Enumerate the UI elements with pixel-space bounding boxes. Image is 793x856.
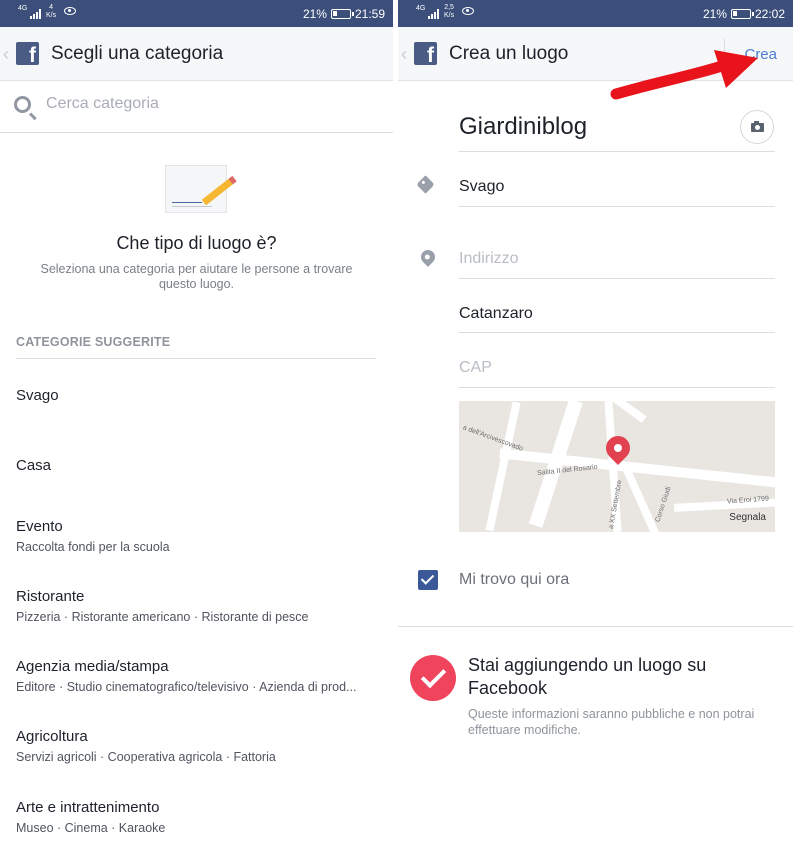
page-title: Scegli una categoria [51,43,224,64]
checkin-checkbox[interactable] [418,570,438,590]
tag-icon [416,175,435,194]
place-name-field[interactable]: Giardiniblog [459,113,587,141]
signal-icon [428,9,439,19]
create-place-screen: 4G 2,5 K/s 21% 22:02 ‹ f Crea un luogo Cr… [398,0,793,856]
network-speed: 4 K/s [46,4,57,19]
pencil-icon [201,177,235,206]
category-item-ristorante[interactable]: Ristorante Pizzeria · Ristorante america… [16,588,381,624]
notice-subtitle: Queste informazioni saranno pubbliche e … [468,707,755,737]
category-item-casa[interactable]: Casa [16,457,381,474]
eye-icon [462,7,474,15]
field-underline [459,387,775,388]
category-subcategories: Editore · Studio cinematografico/televis… [16,680,357,694]
red-arrow-icon [610,50,758,100]
status-bar: 4G 2,5 K/s 21% 22:02 [398,0,793,27]
map-street-label: Salita II del Rosario [536,463,598,478]
category-name: Svago [16,387,59,404]
choose-category-screen: 4G 4 K/s 21% 21:59 ‹ f Scegli una categor… [0,0,393,856]
add-photo-button[interactable] [740,110,774,144]
category-item-svago[interactable]: Svago [16,387,381,404]
notepad-pencil-illustration [165,165,235,213]
category-item-evento[interactable]: Evento Raccolta fondi per la scuola [16,518,381,554]
notice-title: Stai aggiungendo un luogo su Facebook [468,655,707,698]
postal-code-field[interactable]: CAP [459,359,492,377]
battery-icon [730,9,754,19]
category-field[interactable]: Svago [459,178,504,196]
facebook-logo-icon[interactable]: f [414,42,437,65]
address-field[interactable]: Indirizzo [459,250,519,268]
hero-subtitle: Seleziona una categoria per aiutare le p… [40,262,353,291]
category-subcategories: Pizzeria · Ristorante americano · Ristor… [16,610,309,624]
search-icon [14,96,31,113]
location-pin-icon [418,247,438,267]
field-underline [459,206,775,207]
category-item-agenzia-media[interactable]: Agenzia media/stampa Editore · Studio ci… [16,658,381,694]
clock: 22:02 [754,7,785,21]
facebook-logo-icon[interactable]: f [16,42,39,65]
status-bar: 4G 4 K/s 21% 21:59 [0,0,393,27]
network-indicator: 4G [416,5,426,12]
map-street-label: Corso Giudi [654,485,673,524]
field-underline [459,151,775,152]
app-header: ‹ f Scegli una categoria [0,27,393,81]
network-indicator: 4G [18,5,28,12]
category-subcategories: Museo · Cinema · Karaoke [16,821,166,835]
section-divider [398,626,793,627]
category-subcategories: Servizi agricoli · Cooperativa agricola … [16,750,276,764]
battery-status: 21% 21:59 [303,7,385,21]
city-field[interactable]: Catanzaro [459,305,533,323]
eye-icon [64,7,76,15]
back-chevron-icon[interactable]: ‹ [401,44,407,65]
field-underline [459,332,775,333]
checkin-label: Mi trovo qui ora [459,571,570,588]
category-item-arte[interactable]: Arte e intrattenimento Museo · Cinema · … [16,799,381,835]
category-name: Arte e intrattenimento [16,799,160,816]
category-name: Agricoltura [16,728,88,745]
category-search-input[interactable] [46,95,366,113]
battery-percent: 21% [702,7,727,21]
category-search-bar [0,81,393,133]
signal-icon [30,9,41,19]
battery-icon [330,9,354,19]
clock: 21:59 [354,7,385,21]
category-item-agricoltura[interactable]: Agricoltura Servizi agricoli · Cooperati… [16,728,381,764]
category-name: Ristorante [16,588,85,605]
map-report-link[interactable]: Segnala [729,512,766,523]
section-divider [16,358,376,359]
category-subcategories: Raccolta fondi per la scuola [16,540,170,554]
location-map[interactable]: a dell'Arcivescovado Salita II del Rosar… [459,401,775,532]
field-underline [459,278,775,279]
suggested-categories-heading: CATEGORIE SUGGERITE [16,335,171,349]
checkmark-badge-icon [410,655,456,701]
back-chevron-icon[interactable]: ‹ [3,44,9,65]
camera-icon [751,121,764,132]
battery-status: 21% 22:02 [703,7,785,21]
hero-title: Che tipo di luogo è? [116,233,277,253]
network-speed: 2,5 K/s [444,4,455,19]
category-name: Evento [16,518,63,535]
category-name: Casa [16,457,52,474]
battery-percent: 21% [302,7,327,21]
category-name: Agenzia media/stampa [16,658,169,675]
page-title: Crea un luogo [449,43,569,64]
